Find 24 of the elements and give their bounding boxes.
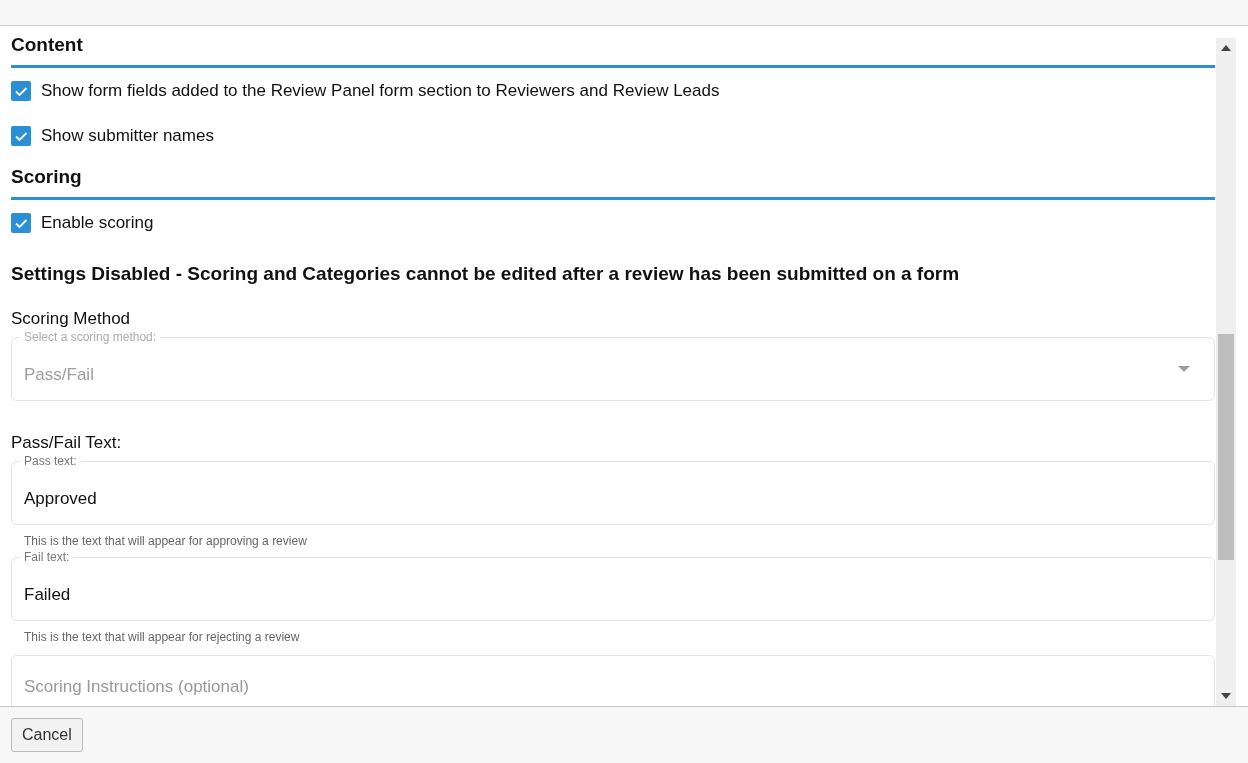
field-legend: Fail text:	[20, 550, 74, 564]
checkbox-label: Show submitter names	[41, 125, 214, 146]
field-label: Scoring Method	[11, 309, 132, 329]
field-legend: Pass text:	[20, 454, 81, 468]
checkbox-label: Show form fields added to the Review Panel form section to Reviewers and Review Leads	[41, 80, 720, 101]
text-field[interactable]: Pass text: Approved	[11, 453, 1215, 525]
checkbox[interactable]	[11, 80, 31, 101]
field-label: Pass/Fail Text:	[11, 433, 123, 453]
field-legend: Select a scoring method:	[20, 330, 161, 344]
help-text: This is the text that will appear for approving a review	[23, 533, 308, 549]
checkbox-label: Enable scoring	[41, 212, 154, 233]
cancel-button[interactable]: Cancel	[11, 718, 83, 752]
scroll-up-icon[interactable]	[1221, 45, 1231, 51]
text-field[interactable]: Fail text: Failed	[11, 549, 1215, 621]
notice-text: Settings Disabled - Scoring and Categories cannot be edited after a review has been submitted on a form	[11, 263, 961, 285]
help-text: This is the text that will appear for rejecting a review	[23, 629, 301, 645]
scrollbar-thumb[interactable]	[1218, 334, 1234, 561]
caret-icon	[1178, 366, 1190, 372]
section-heading: Scoring	[11, 158, 1215, 200]
section-heading: Content	[11, 26, 1215, 68]
scroll-down-icon[interactable]	[1221, 693, 1231, 699]
scrollbar[interactable]	[1216, 38, 1236, 706]
checkbox[interactable]	[11, 125, 31, 146]
checkbox[interactable]	[11, 212, 31, 233]
